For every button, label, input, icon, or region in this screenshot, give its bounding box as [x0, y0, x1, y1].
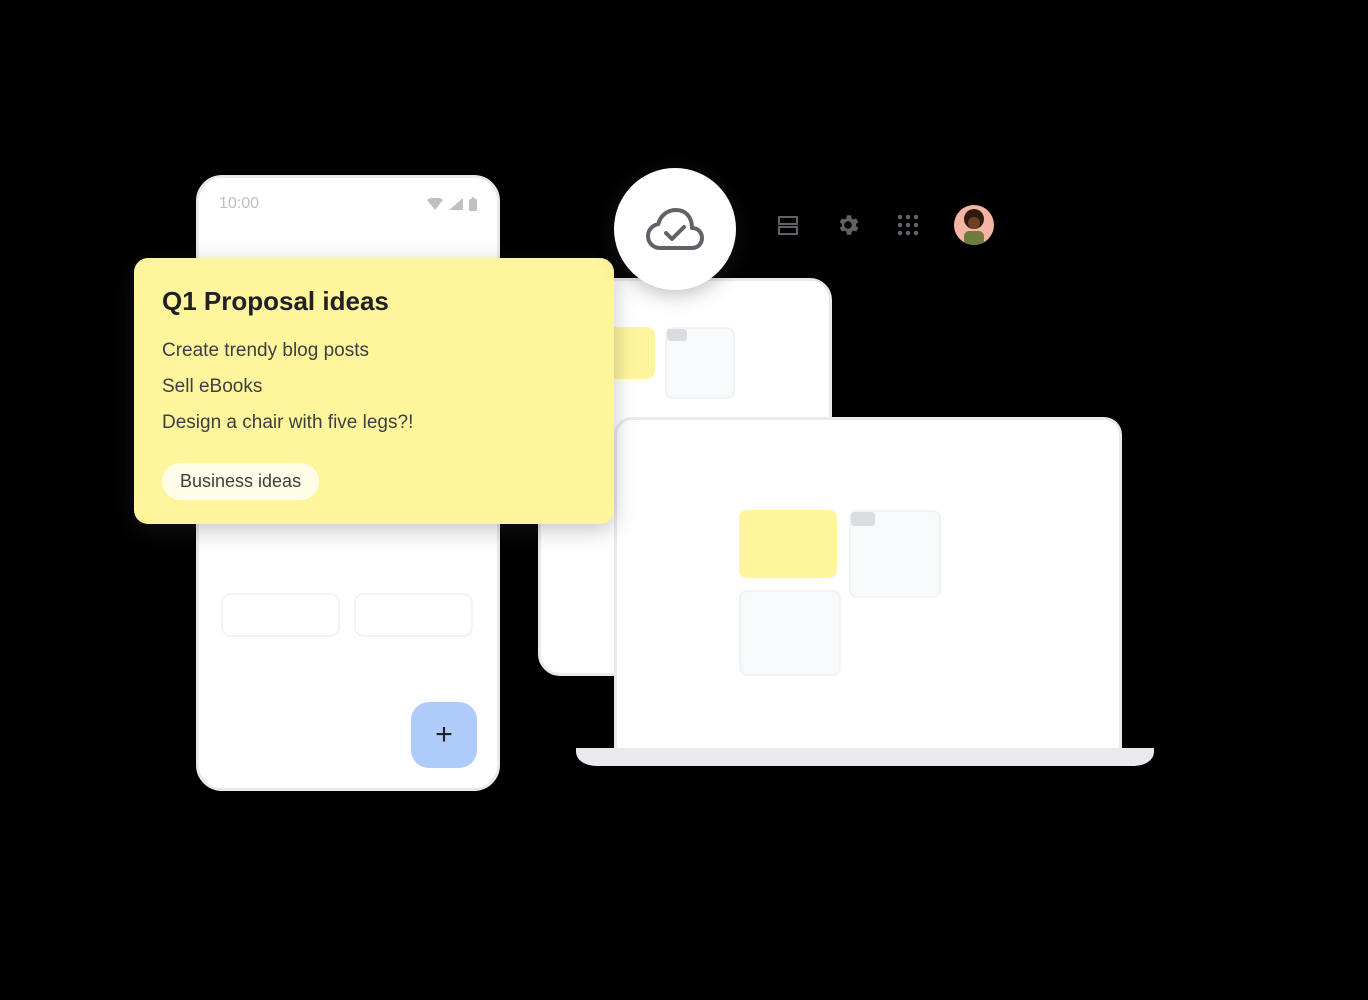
plus-icon: + — [435, 718, 453, 752]
apps-grid-icon — [897, 214, 919, 236]
laptop-notch — [820, 748, 912, 756]
settings-button[interactable] — [834, 211, 862, 239]
list-view-button[interactable] — [774, 211, 802, 239]
phone-status-bar: 10:00 — [219, 195, 477, 213]
apps-button[interactable] — [894, 211, 922, 239]
phone-note-placeholder-2 — [354, 593, 473, 637]
wifi-icon — [427, 198, 443, 210]
laptop-note-yellow — [739, 510, 837, 578]
header-toolbar — [774, 205, 994, 245]
battery-icon — [469, 197, 477, 211]
note-line: Sell eBooks — [162, 369, 586, 405]
note-title: Q1 Proposal ideas — [162, 286, 586, 317]
phone-time: 10:00 — [219, 195, 259, 213]
account-avatar[interactable] — [954, 205, 994, 245]
signal-icon — [449, 198, 463, 210]
phone-note-placeholder-1 — [221, 593, 340, 637]
note-line: Create trendy blog posts — [162, 333, 586, 369]
note-line: Design a chair with five legs?! — [162, 405, 586, 441]
cloud-check-icon — [646, 208, 704, 250]
cloud-sync-badge — [614, 168, 736, 290]
note-body: Create trendy blog posts Sell eBooks Des… — [162, 333, 586, 441]
list-view-icon — [776, 213, 800, 237]
laptop-note-gray — [849, 510, 941, 598]
tablet-note-gray — [665, 327, 735, 399]
laptop-screen — [614, 417, 1122, 755]
new-note-button[interactable]: + — [411, 702, 477, 768]
note-label-chip[interactable]: Business ideas — [162, 463, 319, 500]
note-card[interactable]: Q1 Proposal ideas Create trendy blog pos… — [134, 258, 614, 524]
laptop-note-gray-2 — [739, 590, 841, 676]
avatar-image — [954, 205, 994, 245]
gear-icon — [835, 212, 861, 238]
